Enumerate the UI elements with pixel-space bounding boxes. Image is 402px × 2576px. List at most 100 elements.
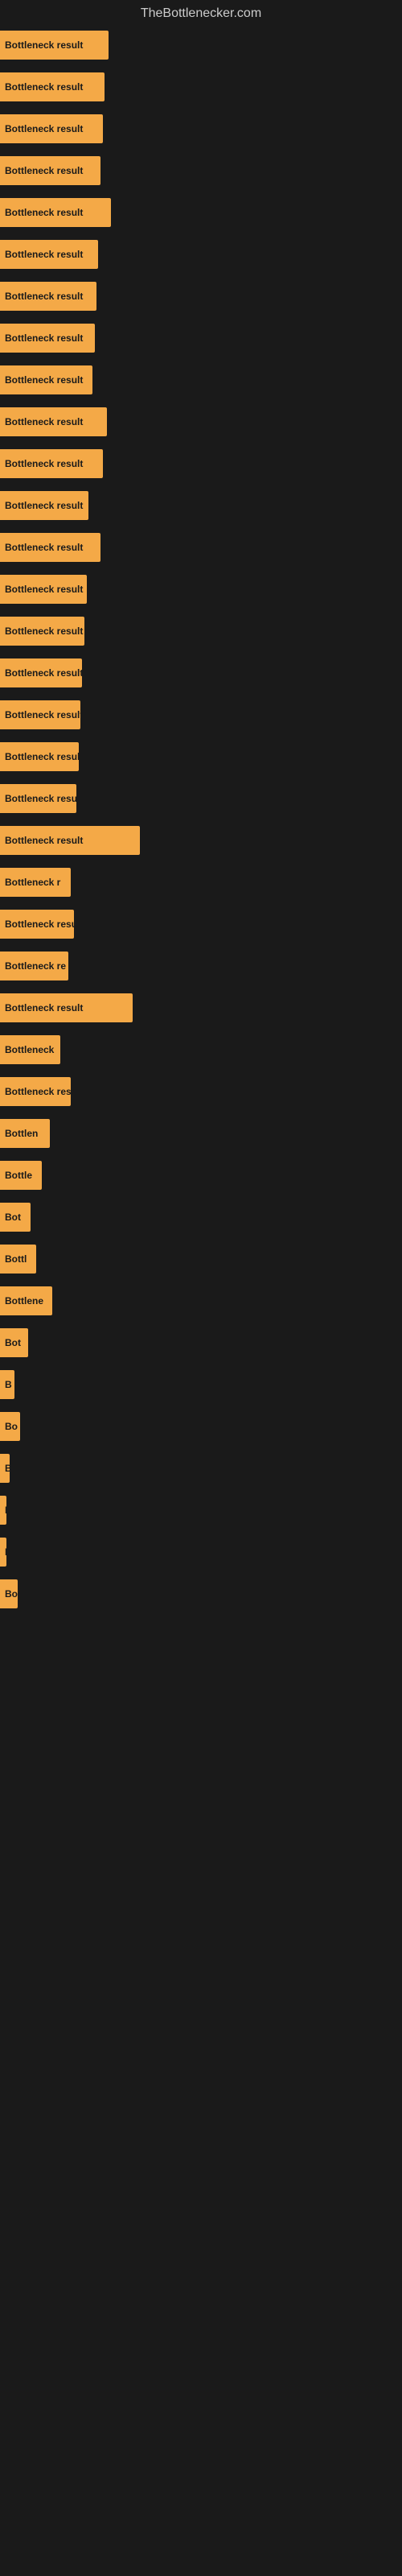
bar: Bottleneck result: [0, 700, 80, 729]
bar-label: Bottlen: [5, 1128, 38, 1139]
bar-row: Bottleneck result: [0, 275, 402, 317]
bar-label: Bottleneck resu: [5, 793, 76, 804]
bar: Bottleneck result: [0, 282, 96, 311]
bar: Bottleneck result: [0, 491, 88, 520]
bar: Bottleneck result: [0, 742, 79, 771]
bar-label: Bottleneck result: [5, 332, 83, 344]
bar: Bottleneck result: [0, 617, 84, 646]
bar-row: Bottleneck resu: [0, 903, 402, 945]
bar-label: Bottleneck result: [5, 500, 83, 511]
bar-label: Bottleneck result: [5, 458, 83, 469]
bar: Bottleneck result: [0, 533, 100, 562]
bar-row: Bottleneck result: [0, 359, 402, 401]
bar-label: Bottleneck result: [5, 39, 83, 51]
bar: Bottleneck result: [0, 658, 82, 687]
bar: Bottleneck result: [0, 31, 109, 60]
bar-row: Bottleneck result: [0, 485, 402, 526]
bar-label: Bottleneck result: [5, 584, 83, 595]
bar: Bottlen: [0, 1119, 50, 1148]
bar: Bottl: [0, 1245, 36, 1274]
bar-label: Bo: [5, 1421, 18, 1432]
bar-label: Bottleneck resu: [5, 919, 74, 930]
bar-label: Bottleneck: [5, 1044, 54, 1055]
bar-row: Bottleneck result: [0, 150, 402, 192]
bar-row: Bottleneck result: [0, 819, 402, 861]
bar-label: Bottleneck result: [5, 625, 83, 637]
bar: B: [0, 1454, 10, 1483]
bar-row: Bottleneck result: [0, 192, 402, 233]
bar-label: Bottleneck result: [5, 207, 83, 218]
bar-label: Bottleneck result: [5, 542, 83, 553]
bar-row: I: [0, 1531, 402, 1573]
bar-row: Bottl: [0, 1238, 402, 1280]
bar-row: Bottleneck result: [0, 652, 402, 694]
bar-row: Bottleneck result: [0, 736, 402, 778]
bar-label: I: [5, 1546, 6, 1558]
bar: Bottleneck result: [0, 575, 87, 604]
bar-row: Bottleneck result: [0, 568, 402, 610]
bar-label: Bottleneck r: [5, 877, 60, 888]
bar-row: Bottle: [0, 1154, 402, 1196]
bar: Bottleneck result: [0, 156, 100, 185]
bar-row: Bo: [0, 1406, 402, 1447]
bar-row: Bottleneck resu: [0, 778, 402, 819]
bar-label: Bottleneck resu: [5, 1086, 71, 1097]
bar-row: Bottlene: [0, 1280, 402, 1322]
bar: Bottle: [0, 1161, 42, 1190]
bar: Bottleneck re: [0, 952, 68, 980]
bar-label: Bot: [5, 1212, 21, 1223]
bar-row: B: [0, 1447, 402, 1489]
bar-label: Bottleneck result: [5, 751, 79, 762]
bar-label: Bottleneck result: [5, 374, 83, 386]
site-title: TheBottlenecker.com: [0, 0, 402, 24]
bar: I: [0, 1496, 6, 1525]
bar-row: Bottlen: [0, 1113, 402, 1154]
bar: Bot: [0, 1203, 31, 1232]
bar-row: Bottleneck: [0, 1029, 402, 1071]
bar: Bottleneck result: [0, 993, 133, 1022]
bar-label: I: [5, 1505, 6, 1516]
bar-label: Bottleneck result: [5, 123, 83, 134]
bar-row: Bottleneck result: [0, 610, 402, 652]
bar: Bottleneck resu: [0, 784, 76, 813]
bar-row: Bottleneck result: [0, 24, 402, 66]
bar-label: Bottleneck result: [5, 835, 83, 846]
bar-label: Bottleneck result: [5, 291, 83, 302]
bar: Bo: [0, 1412, 20, 1441]
bar-row: Bottleneck resu: [0, 1071, 402, 1113]
bar-label: Bottleneck result: [5, 81, 83, 93]
bar-label: Bottleneck result: [5, 667, 82, 679]
bar-label: Bottleneck result: [5, 249, 83, 260]
bar-label: Bottleneck result: [5, 1002, 83, 1013]
bar: I: [0, 1538, 6, 1567]
bar: Bottleneck result: [0, 72, 105, 101]
bar: Bottleneck resu: [0, 1077, 71, 1106]
bar: Bottleneck result: [0, 449, 103, 478]
bars-container: Bottleneck result Bottleneck result Bottle…: [0, 24, 402, 1631]
bar: Bottleneck r: [0, 868, 71, 897]
bar: Bottleneck resu: [0, 910, 74, 939]
bar-row: Bo: [0, 1573, 402, 1615]
bar-row: B: [0, 1364, 402, 1406]
bar-label: Bot: [5, 1337, 21, 1348]
bar-row: Bottleneck result: [0, 443, 402, 485]
bar-label: Bottleneck result: [5, 165, 83, 176]
bar: Bottleneck result: [0, 240, 98, 269]
bar-row: Bottleneck r: [0, 861, 402, 903]
bar: Bottleneck result: [0, 324, 95, 353]
bar-row: Bottleneck result: [0, 233, 402, 275]
bar-row: Bottleneck result: [0, 987, 402, 1029]
bar: Bo: [0, 1579, 18, 1608]
bar-row: Bot: [0, 1322, 402, 1364]
bar: Bottleneck result: [0, 198, 111, 227]
bar-label: B: [5, 1379, 12, 1390]
bar-row: Bottleneck re: [0, 945, 402, 987]
bar-row: Bottleneck result: [0, 108, 402, 150]
bar: Bottleneck: [0, 1035, 60, 1064]
bar-row: Bottleneck result: [0, 526, 402, 568]
bar-label: Bottleneck result: [5, 709, 80, 720]
bar-row: Bottleneck result: [0, 401, 402, 443]
bar: Bot: [0, 1328, 28, 1357]
bar-label: Bottlene: [5, 1295, 43, 1307]
bar: B: [0, 1370, 14, 1399]
